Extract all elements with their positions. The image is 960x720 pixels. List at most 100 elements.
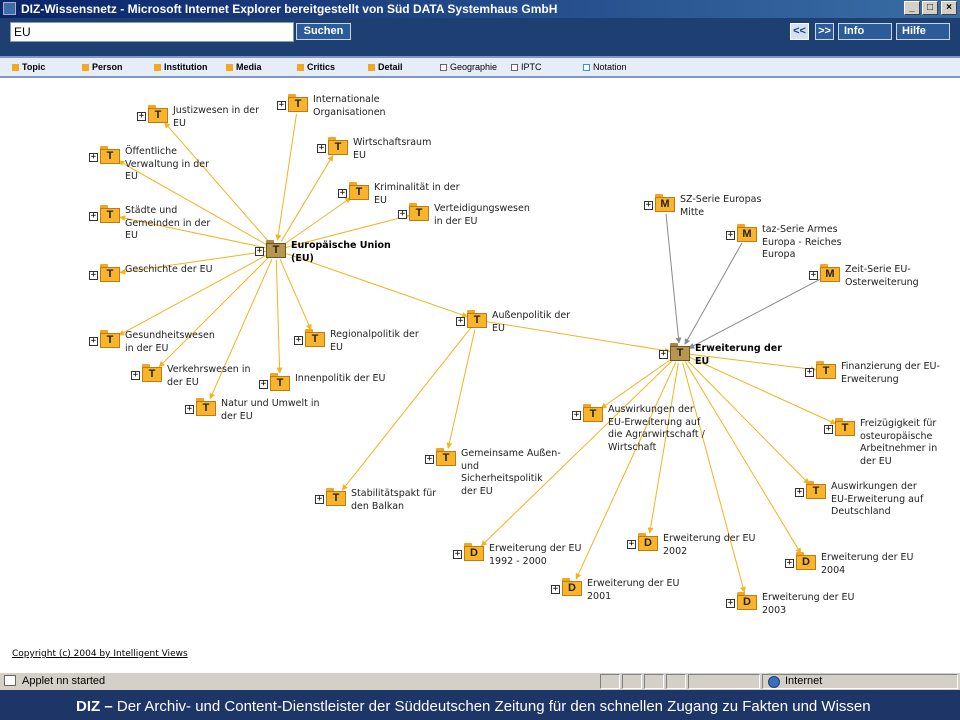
expand-node-icon[interactable]: + xyxy=(315,495,324,504)
graph-node-label[interactable]: Gemeinsame Außen-und Sicherheitspolitik de… xyxy=(461,448,561,498)
topic-folder-icon[interactable]: T xyxy=(196,398,217,417)
detail-folder-icon[interactable]: D xyxy=(562,578,583,597)
expand-node-icon[interactable]: + xyxy=(572,411,581,420)
topic-folder-icon[interactable]: T xyxy=(266,240,287,259)
filter-person[interactable]: Person xyxy=(82,62,123,72)
filter-media[interactable]: Media xyxy=(226,62,262,72)
media-folder-icon[interactable]: M xyxy=(737,224,758,243)
graph-node-label[interactable]: Justizwesen in der EU xyxy=(173,105,259,130)
topic-folder-icon[interactable]: T xyxy=(816,361,837,380)
filter-checkbox[interactable] xyxy=(154,64,161,72)
topic-folder-icon[interactable]: T xyxy=(100,264,121,283)
search-input[interactable] xyxy=(10,22,294,42)
detail-folder-icon[interactable]: D xyxy=(796,552,817,571)
expand-node-icon[interactable]: + xyxy=(809,271,818,280)
filter-checkbox[interactable] xyxy=(82,64,89,72)
expand-node-icon[interactable]: + xyxy=(659,350,668,359)
expand-node-icon[interactable]: + xyxy=(398,210,407,219)
graph-node-label[interactable]: Auswirkungen der EU-Erweiterung auf Deutsc… xyxy=(831,481,923,519)
graph-node-label[interactable]: Natur und Umwelt in der EU xyxy=(221,398,320,423)
close-button[interactable]: × xyxy=(941,1,957,15)
forward-button[interactable]: >> xyxy=(815,23,834,40)
graph-node-label[interactable]: Auswirkungen der EU-Erweiterung auf die Ag… xyxy=(608,404,705,454)
expand-node-icon[interactable]: + xyxy=(805,368,814,377)
topic-folder-icon[interactable]: T xyxy=(835,418,856,437)
filter-geographie[interactable]: Geographie xyxy=(440,62,497,72)
graph-node-label[interactable]: Verkehrswesen in der EU xyxy=(167,364,251,389)
detail-folder-icon[interactable]: D xyxy=(464,543,485,562)
topic-folder-icon[interactable]: T xyxy=(270,373,291,392)
filter-checkbox[interactable] xyxy=(12,64,19,72)
graph-node-label[interactable]: Gesundheitswesen in der EU xyxy=(125,330,215,355)
expand-node-icon[interactable]: + xyxy=(89,212,98,221)
topic-folder-icon[interactable]: T xyxy=(409,203,430,222)
topic-folder-icon[interactable]: T xyxy=(806,481,827,500)
expand-node-icon[interactable]: + xyxy=(317,144,326,153)
topic-folder-icon[interactable]: T xyxy=(436,448,457,467)
expand-node-icon[interactable]: + xyxy=(89,153,98,162)
back-button[interactable]: << xyxy=(790,23,809,40)
topic-folder-icon[interactable]: T xyxy=(288,94,309,113)
topic-folder-icon[interactable]: T xyxy=(148,105,169,124)
expand-node-icon[interactable]: + xyxy=(644,201,653,210)
filter-topic[interactable]: Topic xyxy=(12,62,45,72)
expand-node-icon[interactable]: + xyxy=(453,550,462,559)
graph-node-label[interactable]: Internationale Organisationen xyxy=(313,94,386,119)
topic-folder-icon[interactable]: T xyxy=(583,404,604,423)
filter-notation[interactable]: Notation xyxy=(583,62,627,72)
expand-node-icon[interactable]: + xyxy=(89,337,98,346)
topic-folder-icon[interactable]: T xyxy=(467,310,488,329)
graph-node-label[interactable]: Finanzierung der EU- Erweiterung xyxy=(841,361,940,386)
expand-node-icon[interactable]: + xyxy=(131,371,140,380)
expand-node-icon[interactable]: + xyxy=(726,599,735,608)
filter-iptc[interactable]: IPTC xyxy=(511,62,542,72)
expand-node-icon[interactable]: + xyxy=(255,247,264,256)
graph-node-label[interactable]: taz-Serie Armes Europa - Reiches Europa xyxy=(762,224,842,262)
graph-node-label[interactable]: Erweiterung der EU 2002 xyxy=(663,533,756,558)
copyright-link[interactable]: Copyright (c) 2004 by Intelligent Views xyxy=(12,649,188,659)
topic-folder-icon[interactable]: T xyxy=(142,364,163,383)
expand-node-icon[interactable]: + xyxy=(137,112,146,121)
filter-critics[interactable]: Critics xyxy=(297,62,335,72)
media-folder-icon[interactable]: M xyxy=(820,264,841,283)
search-button[interactable]: Suchen xyxy=(296,23,351,40)
expand-node-icon[interactable]: + xyxy=(338,189,347,198)
filter-checkbox[interactable] xyxy=(511,64,518,72)
minimize-button[interactable]: _ xyxy=(904,1,920,15)
graph-node-label[interactable]: Regionalpolitik der EU xyxy=(330,329,419,354)
graph-node-label[interactable]: Europäische Union (EU) xyxy=(291,240,391,265)
filter-checkbox[interactable] xyxy=(583,64,590,72)
graph-node-label[interactable]: Wirtschaftsraum EU xyxy=(353,137,431,162)
knowledge-graph[interactable]: + T Europäische Union (EU) + T Justizwesen in … xyxy=(4,78,956,668)
filter-detail[interactable]: Detail xyxy=(368,62,403,72)
filter-checkbox[interactable] xyxy=(297,64,304,72)
filter-checkbox[interactable] xyxy=(368,64,375,72)
expand-node-icon[interactable]: + xyxy=(185,405,194,414)
graph-node-label[interactable]: Erweiterung der EU 2004 xyxy=(821,552,914,577)
expand-node-icon[interactable]: + xyxy=(551,585,560,594)
detail-folder-icon[interactable]: D xyxy=(638,533,659,552)
topic-folder-icon[interactable]: T xyxy=(326,488,347,507)
topic-folder-icon[interactable]: T xyxy=(328,137,349,156)
expand-node-icon[interactable]: + xyxy=(294,336,303,345)
expand-node-icon[interactable]: + xyxy=(795,488,804,497)
filter-checkbox[interactable] xyxy=(440,64,447,72)
graph-node-label[interactable]: SZ-Serie Europas Mitte xyxy=(680,194,761,219)
media-folder-icon[interactable]: M xyxy=(655,194,676,213)
graph-node-label[interactable]: Innenpolitik der EU xyxy=(295,373,385,386)
expand-node-icon[interactable]: + xyxy=(259,380,268,389)
expand-node-icon[interactable]: + xyxy=(785,559,794,568)
filter-checkbox[interactable] xyxy=(226,64,233,72)
expand-node-icon[interactable]: + xyxy=(89,271,98,280)
topic-folder-icon[interactable]: T xyxy=(305,329,326,348)
expand-node-icon[interactable]: + xyxy=(824,425,833,434)
graph-node-label[interactable]: Geschichte der EU xyxy=(125,264,213,277)
topic-folder-icon[interactable]: T xyxy=(100,146,121,165)
expand-node-icon[interactable]: + xyxy=(425,455,434,464)
graph-node-label[interactable]: Freizügigkeit für osteuropäische Arbeitneh… xyxy=(860,418,937,468)
expand-node-icon[interactable]: + xyxy=(277,101,286,110)
graph-node-label[interactable]: Außenpolitik der EU xyxy=(492,310,570,335)
graph-node-label[interactable]: Erweiterung der EU xyxy=(695,343,782,368)
info-button[interactable]: Info xyxy=(838,23,892,40)
maximize-button[interactable]: □ xyxy=(922,1,938,15)
